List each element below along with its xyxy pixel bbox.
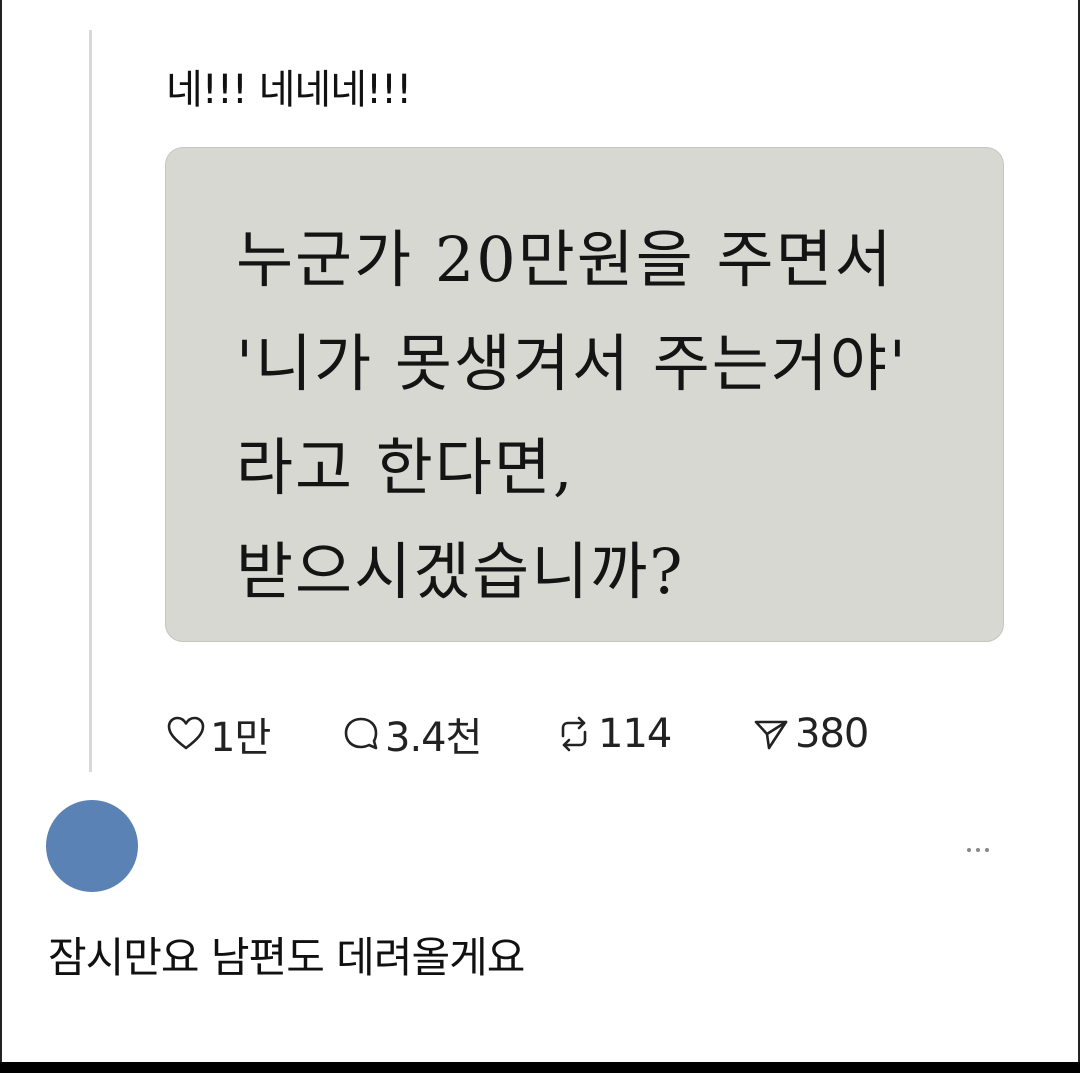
more-dot (985, 848, 989, 852)
left-frame-edge (0, 0, 2, 1062)
handwritten-note: 누군가 20만원을 주면서 '니가 못생겨서 주는거야' 라고 한다면, 받으시… (236, 208, 956, 624)
repost-button[interactable]: 114 (554, 711, 751, 757)
post-image[interactable]: 누군가 20만원을 주면서 '니가 못생겨서 주는거야' 라고 한다면, 받으시… (165, 147, 1004, 642)
speech-bubble-icon (344, 717, 378, 750)
repost-count: 114 (598, 711, 672, 757)
thread-connector-line (89, 30, 92, 772)
share-button[interactable]: 380 (751, 711, 869, 757)
note-line-1: 누군가 20만원을 주면서 (236, 223, 894, 296)
note-line-3: 라고 한다면, (236, 431, 575, 504)
note-line-2: '니가 못생겨서 주는거야' (236, 327, 908, 400)
reply-count: 3.4천 (385, 715, 482, 761)
note-line-4: 받으시겠습니까? (236, 535, 685, 608)
screenshot-page: 네!!! 네네네!!! 누군가 20만원을 주면서 '니가 못생겨서 주는거야'… (0, 0, 1080, 1073)
post-action-bar: 1만 3.4천 114 380 (166, 705, 869, 763)
paper-plane-icon (754, 720, 788, 750)
more-dot (967, 848, 971, 852)
reply-button[interactable]: 3.4천 (341, 705, 554, 763)
heart-icon (167, 716, 205, 750)
avatar[interactable] (46, 800, 138, 892)
reply-text: 잠시만요 남편도 데려올게요 (48, 933, 525, 982)
like-count: 1만 (210, 715, 271, 761)
like-button[interactable]: 1만 (166, 705, 341, 763)
repost-arrows-icon (561, 716, 587, 752)
more-dot (976, 848, 980, 852)
more-options-icon[interactable] (958, 838, 998, 862)
bottom-black-bar (0, 1062, 1080, 1073)
post-text: 네!!! 네네네!!! (166, 67, 412, 113)
share-count: 380 (795, 711, 869, 757)
